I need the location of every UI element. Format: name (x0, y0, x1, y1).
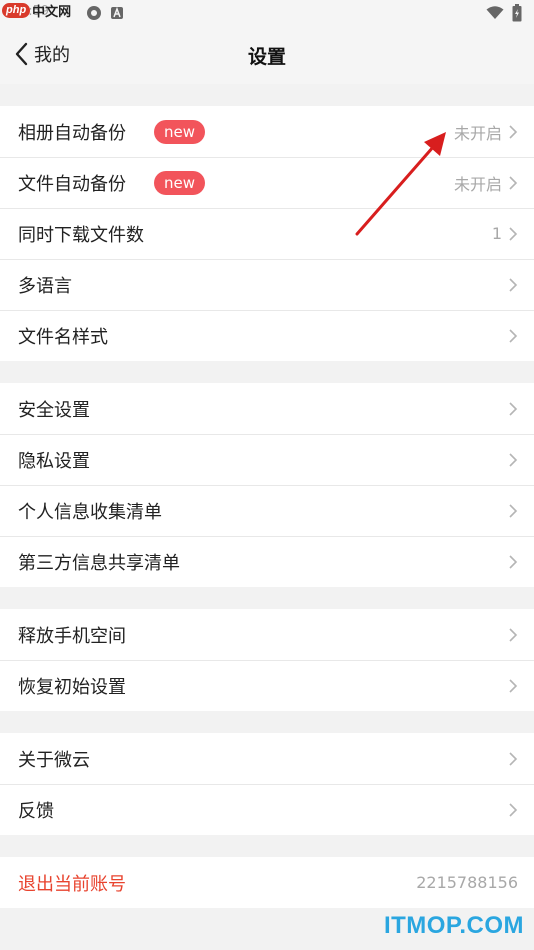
setting-filename-style[interactable]: 文件名样式 (0, 310, 534, 361)
battery-icon (512, 4, 522, 22)
settings-icon (87, 6, 101, 20)
chevron-right-icon (509, 328, 518, 343)
chevron-right-icon (509, 627, 518, 642)
logout-button[interactable]: 退出当前账号 2215788156 (0, 857, 534, 908)
back-label: 我的 (34, 45, 70, 66)
chevron-right-icon (509, 226, 518, 241)
chevron-right-icon (509, 802, 518, 817)
setting-label: 第三方信息共享清单 (18, 552, 180, 574)
setting-album-backup[interactable]: 相册自动备份 new 未开启 (0, 106, 534, 157)
setting-value: 未开启 (453, 123, 502, 143)
settings-group-account: 退出当前账号 2215788156 (0, 857, 534, 908)
setting-language[interactable]: 多语言 (0, 259, 534, 310)
chevron-right-icon (509, 124, 518, 139)
setting-about[interactable]: 关于微云 (0, 733, 534, 784)
setting-file-backup[interactable]: 文件自动备份 new 未开启 (0, 157, 534, 208)
setting-security[interactable]: 安全设置 (0, 383, 534, 434)
setting-value: 1 (491, 224, 502, 243)
setting-label: 释放手机空间 (18, 625, 126, 647)
php-logo: php (2, 3, 31, 18)
chevron-right-icon (509, 277, 518, 292)
new-badge: new (154, 119, 206, 144)
setting-label: 同时下载文件数 (18, 224, 144, 246)
chevron-right-icon (509, 401, 518, 416)
logout-label: 退出当前账号 (18, 873, 126, 895)
page-title: 设置 (247, 45, 286, 68)
status-icons-right (486, 4, 522, 22)
chevron-right-icon (509, 751, 518, 766)
setting-reset-defaults[interactable]: 恢复初始设置 (0, 660, 534, 711)
new-badge: new (154, 170, 206, 195)
setting-concurrent-downloads[interactable]: 同时下载文件数 1 (0, 208, 534, 259)
settings-group-storage: 释放手机空间 恢复初始设置 (0, 609, 534, 711)
setting-label: 文件名样式 (18, 326, 108, 348)
setting-label: 安全设置 (18, 399, 90, 421)
app-a-icon (111, 6, 123, 19)
nav-bar: 我的 设置 (0, 26, 534, 84)
status-icons-left (86, 5, 124, 21)
setting-value: 未开启 (453, 174, 502, 194)
setting-label: 反馈 (18, 800, 54, 822)
chevron-left-icon (15, 42, 28, 66)
back-button[interactable]: 我的 (14, 38, 70, 70)
setting-privacy[interactable]: 隐私设置 (0, 434, 534, 485)
status-bar: 1:59 php 中文网 (0, 0, 534, 26)
chevron-right-icon (509, 678, 518, 693)
settings-group-about: 关于微云 反馈 (0, 733, 534, 835)
setting-personal-info-list[interactable]: 个人信息收集清单 (0, 485, 534, 536)
wifi-icon (486, 6, 504, 19)
settings-group-backup: 相册自动备份 new 未开启 文件自动备份 new 未开启 同时下载文件数 1 … (0, 106, 534, 361)
chevron-right-icon (509, 554, 518, 569)
account-id: 2215788156 (416, 873, 518, 892)
setting-label: 个人信息收集清单 (18, 501, 162, 523)
setting-label: 相册自动备份 (18, 122, 126, 144)
setting-label: 恢复初始设置 (18, 676, 126, 698)
setting-label: 关于微云 (18, 749, 90, 771)
setting-label: 多语言 (18, 275, 72, 297)
watermark-text: ITMOP.COM (383, 912, 524, 939)
setting-label: 隐私设置 (18, 450, 90, 472)
setting-label: 文件自动备份 (18, 173, 126, 195)
watermark-cn-text: 中文网 (32, 5, 72, 20)
watermark-logo: php 中文网 (2, 1, 71, 20)
chevron-right-icon (509, 175, 518, 190)
settings-group-security: 安全设置 隐私设置 个人信息收集清单 第三方信息共享清单 (0, 383, 534, 587)
setting-feedback[interactable]: 反馈 (0, 784, 534, 835)
setting-free-space[interactable]: 释放手机空间 (0, 609, 534, 660)
chevron-right-icon (509, 503, 518, 518)
setting-third-party-sharing-list[interactable]: 第三方信息共享清单 (0, 536, 534, 587)
chevron-right-icon (509, 452, 518, 467)
